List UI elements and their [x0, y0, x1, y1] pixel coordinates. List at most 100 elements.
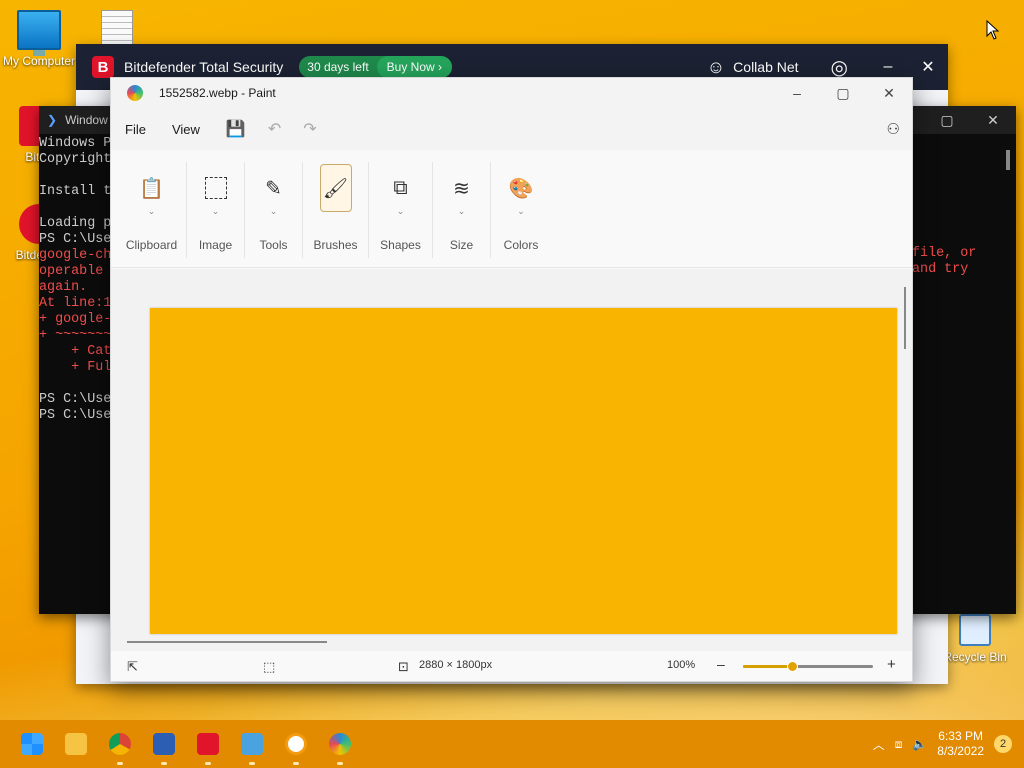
chevron-down-icon: ⌄: [517, 206, 525, 216]
running-indicator: [249, 762, 255, 765]
powershell-icon: [153, 733, 175, 755]
selection-icon: [200, 172, 232, 204]
running-indicator: [161, 762, 167, 765]
taskbar-bitdefender[interactable]: [186, 720, 230, 768]
chevron-down-icon: ⌄: [211, 206, 220, 216]
desktop-icon-my-computer[interactable]: My Computer: [0, 10, 78, 68]
undo-icon[interactable]: ↶: [268, 119, 281, 139]
vertical-scrollbar[interactable]: [904, 287, 906, 349]
account-button[interactable]: ☺ Collab Net ◎: [707, 55, 848, 80]
clock-date: 8/3/2022: [937, 744, 984, 758]
account-icon[interactable]: ⚇: [887, 120, 900, 138]
brush-icon: 🖌: [319, 164, 352, 212]
paint-ribbon: 📋 ⌄ Clipboard ⌄ Image ✎ ⌄ Tools 🖌 Brushe…: [111, 150, 912, 268]
user-icon: ☺: [706, 56, 726, 77]
ribbon-group-label: Image: [198, 238, 233, 252]
maximize-button[interactable]: ▢: [820, 85, 866, 102]
recycle-bin-icon: [959, 614, 991, 646]
taskbar-paint[interactable]: [318, 720, 362, 768]
close-button[interactable]: ✕: [866, 85, 912, 102]
trial-pill: 30 days left Buy Now ›: [299, 56, 453, 78]
buy-now-button[interactable]: Buy Now ›: [376, 56, 453, 78]
ribbon-group-label: Size: [449, 238, 474, 252]
save-icon[interactable]: 💾: [226, 119, 246, 139]
zoom-slider-fill: [743, 665, 793, 668]
zoom-slider-thumb[interactable]: [787, 661, 799, 672]
image-canvas[interactable]: [150, 308, 897, 634]
paint-app-icon: [127, 85, 143, 101]
paint-menubar: File View 💾 ↶ ↷ ⚇: [111, 108, 912, 150]
palette-icon: 🎨: [508, 177, 534, 200]
selection-size-icon: ⬚: [263, 659, 276, 674]
notepad-icon: [241, 733, 263, 755]
clock-time: 6:33 PM: [938, 729, 983, 743]
ribbon-group-shapes[interactable]: ⧉ ⌄ Shapes: [369, 162, 433, 258]
terminal-scrollbar[interactable]: [1006, 150, 1010, 170]
canvas-area[interactable]: [111, 269, 912, 651]
size-icon: ≋: [453, 177, 470, 200]
clock-icon: [285, 733, 307, 755]
ribbon-group-colors[interactable]: 🎨 ⌄ Colors: [491, 162, 551, 258]
maximize-button[interactable]: ▢: [924, 112, 970, 129]
taskbar-notepad[interactable]: [230, 720, 274, 768]
chevron-down-icon: ⌄: [457, 206, 466, 216]
horizontal-scrollbar[interactable]: [127, 641, 327, 643]
taskbar-clock-app[interactable]: [274, 720, 318, 768]
terminal-line: file, or: [912, 246, 977, 261]
redo-icon[interactable]: ↷: [303, 119, 316, 139]
running-indicator: [205, 762, 211, 765]
chevron-up-icon[interactable]: ︿: [873, 736, 885, 753]
taskbar-powershell[interactable]: [142, 720, 186, 768]
chevron-down-icon: ⌄: [147, 206, 156, 216]
tools-icon: ✎: [265, 177, 282, 200]
ribbon-group-size[interactable]: ≋ ⌄ Size: [433, 162, 491, 258]
paint-titlebar: 1552582.webp - Paint – ▢ ✕: [111, 78, 912, 108]
shapes-icon: ⧉: [393, 176, 408, 199]
ribbon-group-clipboard[interactable]: 📋 ⌄ Clipboard: [117, 162, 187, 258]
zoom-level[interactable]: 100%: [667, 659, 695, 671]
taskbar-chrome[interactable]: [98, 720, 142, 768]
paint-window: 1552582.webp - Paint – ▢ ✕ File View 💾 ↶…: [110, 77, 913, 682]
folder-icon: [65, 733, 87, 755]
minimize-button[interactable]: –: [774, 85, 820, 102]
ribbon-group-tools[interactable]: ✎ ⌄ Tools: [245, 162, 303, 258]
powershell-icon: ❯: [47, 113, 58, 127]
network-icon[interactable]: ⧈: [895, 737, 903, 752]
ribbon-group-label: Colors: [503, 238, 539, 252]
ribbon-group-brushes[interactable]: 🖌 Brushes: [303, 162, 369, 258]
ribbon-group-image[interactable]: ⌄ Image: [187, 162, 245, 258]
running-indicator: [293, 762, 299, 765]
terminal-line: and try: [912, 262, 969, 277]
close-button[interactable]: ✕: [908, 57, 948, 77]
canvas-size-icon: ⊡: [398, 659, 409, 674]
notification-badge[interactable]: 2: [994, 735, 1012, 753]
close-button[interactable]: ✕: [970, 112, 1016, 129]
ribbon-group-label: Tools: [259, 238, 288, 252]
zoom-out-button[interactable]: –: [717, 656, 725, 672]
chrome-icon: [109, 733, 131, 755]
mouse-cursor-icon: [986, 20, 1000, 40]
clock[interactable]: 6:33 PM 8/3/2022: [937, 729, 984, 759]
volume-icon[interactable]: 🔈: [912, 737, 927, 751]
terminal-output-right: file, or and try: [912, 246, 976, 278]
image-dimensions: 2880 × 1800px: [419, 659, 493, 671]
zoom-slider[interactable]: [743, 661, 873, 672]
ribbon-group-label: Brushes: [313, 238, 358, 252]
running-indicator: [337, 762, 343, 765]
chevron-down-icon: ⌄: [269, 206, 278, 216]
help-icon[interactable]: ◎: [831, 55, 848, 80]
start-button[interactable]: [10, 720, 54, 768]
paint-title: 1552582.webp - Paint: [159, 86, 276, 100]
taskbar-file-explorer[interactable]: [54, 720, 98, 768]
zoom-in-button[interactable]: +: [887, 656, 896, 673]
chevron-down-icon: ⌄: [396, 206, 405, 216]
clipboard-icon: 📋: [139, 177, 164, 200]
bitdefender-icon: [197, 733, 219, 755]
minimize-button[interactable]: –: [868, 58, 908, 76]
running-indicator: [117, 762, 123, 765]
paint-icon: [329, 733, 351, 755]
menu-file[interactable]: File: [125, 122, 146, 137]
menu-view[interactable]: View: [172, 122, 200, 137]
terminal-title: Window: [65, 113, 108, 127]
bitdefender-logo-icon: B: [92, 56, 114, 78]
